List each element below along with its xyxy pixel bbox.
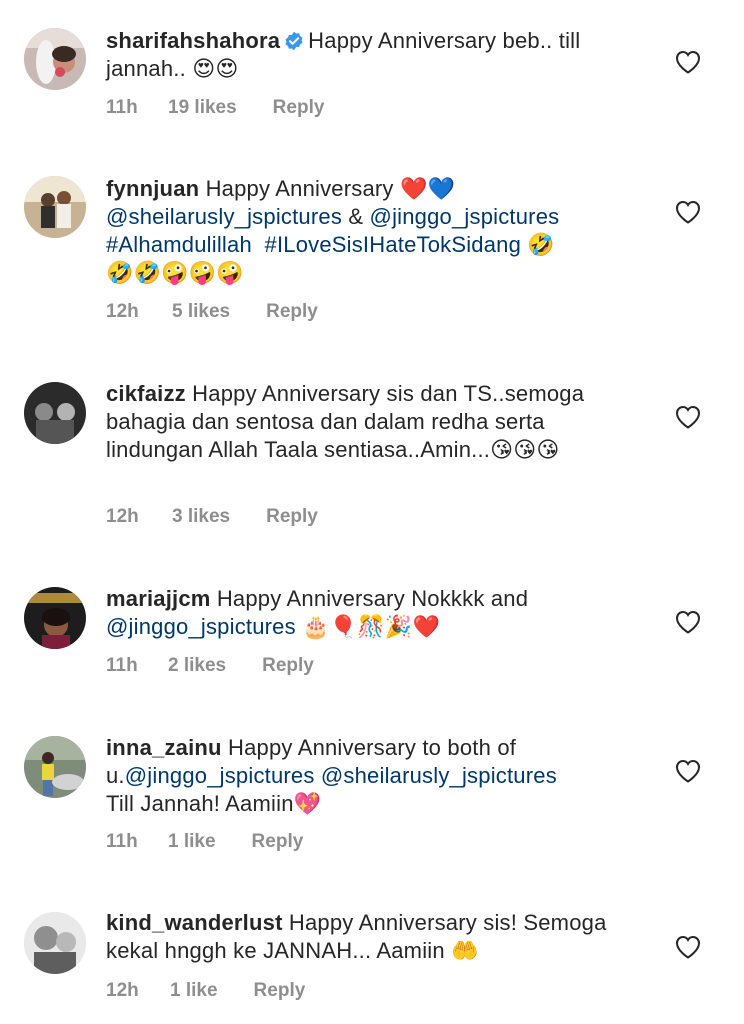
comment-username[interactable]: cikfaizz <box>106 381 186 406</box>
comment-text: fynnjuan Happy Anniversary ❤️💙 @sheilaru… <box>106 175 646 287</box>
comment-meta: 11h 19 likes Reply <box>106 97 324 119</box>
comment-username[interactable]: kind_wanderlust <box>106 910 283 935</box>
comment-text: kind_wanderlust Happy Anniversary sis! S… <box>106 909 646 965</box>
comment-likes[interactable]: 3 likes <box>172 506 230 528</box>
comment-meta: 11h 1 like Reply <box>106 831 303 853</box>
comment-text: inna_zainu Happy Anniversary to both of … <box>106 734 646 818</box>
comment-likes[interactable]: 1 like <box>168 831 216 853</box>
comment-username[interactable]: sharifahshahora <box>106 28 280 53</box>
mention-link[interactable]: @jinggo_jspictures <box>370 204 560 229</box>
hashtag-link[interactable]: #ILoveSisIHateTokSidang <box>265 232 522 257</box>
verified-badge-icon <box>284 31 304 51</box>
reply-button[interactable]: Reply <box>266 506 318 528</box>
comment-username[interactable]: mariajjcm <box>106 586 211 611</box>
heart-outline-icon[interactable] <box>674 608 702 636</box>
heart-outline-icon[interactable] <box>674 48 702 76</box>
avatar[interactable] <box>24 736 86 798</box>
comment-meta: 12h 3 likes Reply <box>106 506 318 528</box>
comment-time: 12h <box>106 301 139 322</box>
reply-button[interactable]: Reply <box>252 831 304 853</box>
comment-meta: 11h 2 likes Reply <box>106 655 314 677</box>
comment-meta: 12h 5 likes Reply <box>106 301 318 323</box>
comment-time: 11h <box>106 831 138 852</box>
comment-body: & <box>342 204 370 229</box>
comment-username[interactable]: inna_zainu <box>106 735 222 760</box>
comment-body: 🤣 <box>521 232 555 257</box>
mention-link[interactable]: @jinggo_jspictures <box>125 763 315 788</box>
mention-link[interactable]: @sheilarusly_jspictures <box>321 763 557 788</box>
comment-likes[interactable]: 2 likes <box>168 655 226 677</box>
reply-button[interactable]: Reply <box>266 301 318 323</box>
comment-likes[interactable]: 1 like <box>170 980 218 1002</box>
avatar[interactable] <box>24 176 86 238</box>
avatar[interactable] <box>24 28 86 90</box>
comment-username[interactable]: fynnjuan <box>106 176 199 201</box>
comment-body: Till Jannah! Aamiin💖 <box>106 791 322 816</box>
hashtag-link[interactable]: #Alhamdulillah <box>106 232 252 257</box>
comment-time: 11h <box>106 655 138 676</box>
heart-outline-icon[interactable] <box>674 933 702 961</box>
heart-outline-icon[interactable] <box>674 198 702 226</box>
comment-text: mariajjcm Happy Anniversary Nokkkk and @… <box>106 585 646 641</box>
comment-meta: 12h 1 like Reply <box>106 980 305 1002</box>
avatar[interactable] <box>24 587 86 649</box>
comment-time: 12h <box>106 980 139 1001</box>
avatar[interactable] <box>24 382 86 444</box>
mention-link[interactable]: @jinggo_jspictures <box>106 614 296 639</box>
heart-outline-icon[interactable] <box>674 403 702 431</box>
comment-body: Happy Anniversary ❤️💙 <box>205 176 456 201</box>
reply-button[interactable]: Reply <box>254 980 306 1002</box>
comment-text: sharifahshahora Happy Anniversary beb.. t… <box>106 27 646 83</box>
comment-body: Happy Anniversary Nokkkk and <box>216 586 529 611</box>
comment-body: 🤣🤣🤪🤪🤪 <box>106 260 244 285</box>
reply-button[interactable]: Reply <box>273 97 325 119</box>
avatar[interactable] <box>24 912 86 974</box>
comment-likes[interactable]: 5 likes <box>172 301 230 323</box>
mention-link[interactable]: @sheilarusly_jspictures <box>106 204 342 229</box>
comment-body: 🎂🎈🎊🎉❤️ <box>295 614 441 639</box>
reply-button[interactable]: Reply <box>262 655 314 677</box>
comment-likes[interactable]: 19 likes <box>168 97 237 119</box>
heart-outline-icon[interactable] <box>674 757 702 785</box>
comment-text: cikfaizz Happy Anniversary sis dan TS..s… <box>106 380 646 464</box>
comment-time: 12h <box>106 506 139 527</box>
comment-time: 11h <box>106 97 138 118</box>
